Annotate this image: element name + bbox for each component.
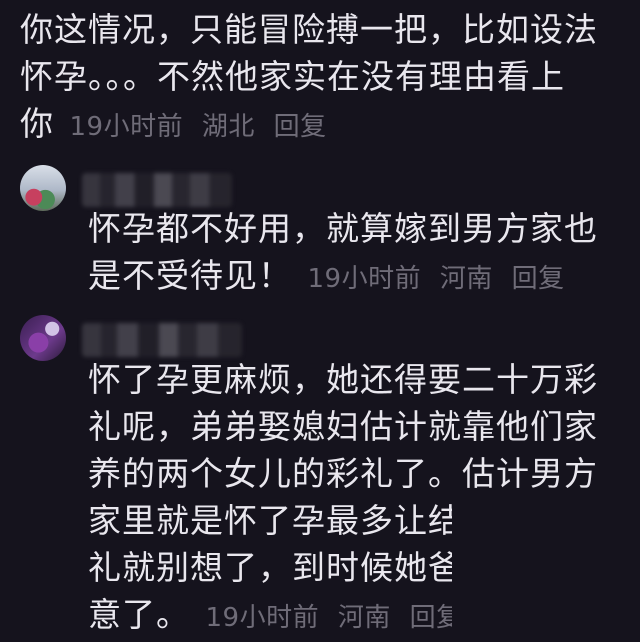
comment-text-line-end: 是不受待见！ [88, 256, 292, 295]
comment-top: 你这情况，只能冒险搏一把，比如设法 怀孕。。。不然他家实在没有理由看上 你 19… [20, 6, 620, 151]
comment-text-line-end: 意了。 [88, 595, 190, 634]
comment-text-line: 你 19小时前 湖北 回复 [20, 100, 620, 151]
comment-location: 河南 [439, 264, 493, 294]
comment-time: 19小时前 [307, 264, 422, 294]
comment-text-line: 怀孕都不好用，就算嫁到男方家也 [88, 209, 598, 248]
redaction-overlay [452, 488, 640, 635]
avatar[interactable] [20, 315, 66, 361]
comment-text-line: 礼呢，弟弟娶媳妇估计就靠他们家 [88, 407, 598, 446]
username-blurred[interactable] [82, 173, 232, 207]
username-blurred[interactable] [82, 323, 242, 357]
comment-meta: 19小时前 河南 回复 [304, 264, 565, 294]
comment-meta: 19小时前 河南 回复 [202, 603, 463, 633]
comment-time: 19小时前 [69, 112, 184, 142]
comment-location: 湖北 [201, 112, 255, 142]
comment-meta: 19小时前 湖北 回复 [66, 112, 327, 142]
comment-text-line: 是不受待见！ 19小时前 河南 回复 [88, 252, 636, 303]
comment-text-line: 怀了孕更麻烦，她还得要二十万彩 [88, 360, 598, 399]
avatar[interactable] [20, 165, 66, 211]
reply-button[interactable]: 回复 [512, 264, 565, 294]
comment-location: 河南 [337, 603, 391, 633]
comment-time: 19小时前 [205, 603, 320, 633]
comment-reply-1: 怀孕都不好用，就算嫁到男方家也 是不受待见！ 19小时前 河南 回复 [20, 165, 630, 295]
comment-text-line-end: 你 [20, 104, 54, 143]
comment-text-line: 你这情况，只能冒险搏一把，比如设法 [20, 10, 598, 49]
comment-body: 怀孕都不好用，就算嫁到男方家也 是不受待见！ 19小时前 河南 回复 [88, 205, 636, 303]
reply-button[interactable]: 回复 [274, 112, 327, 142]
comment-text-line: 怀孕。。。不然他家实在没有理由看上 [20, 57, 565, 96]
